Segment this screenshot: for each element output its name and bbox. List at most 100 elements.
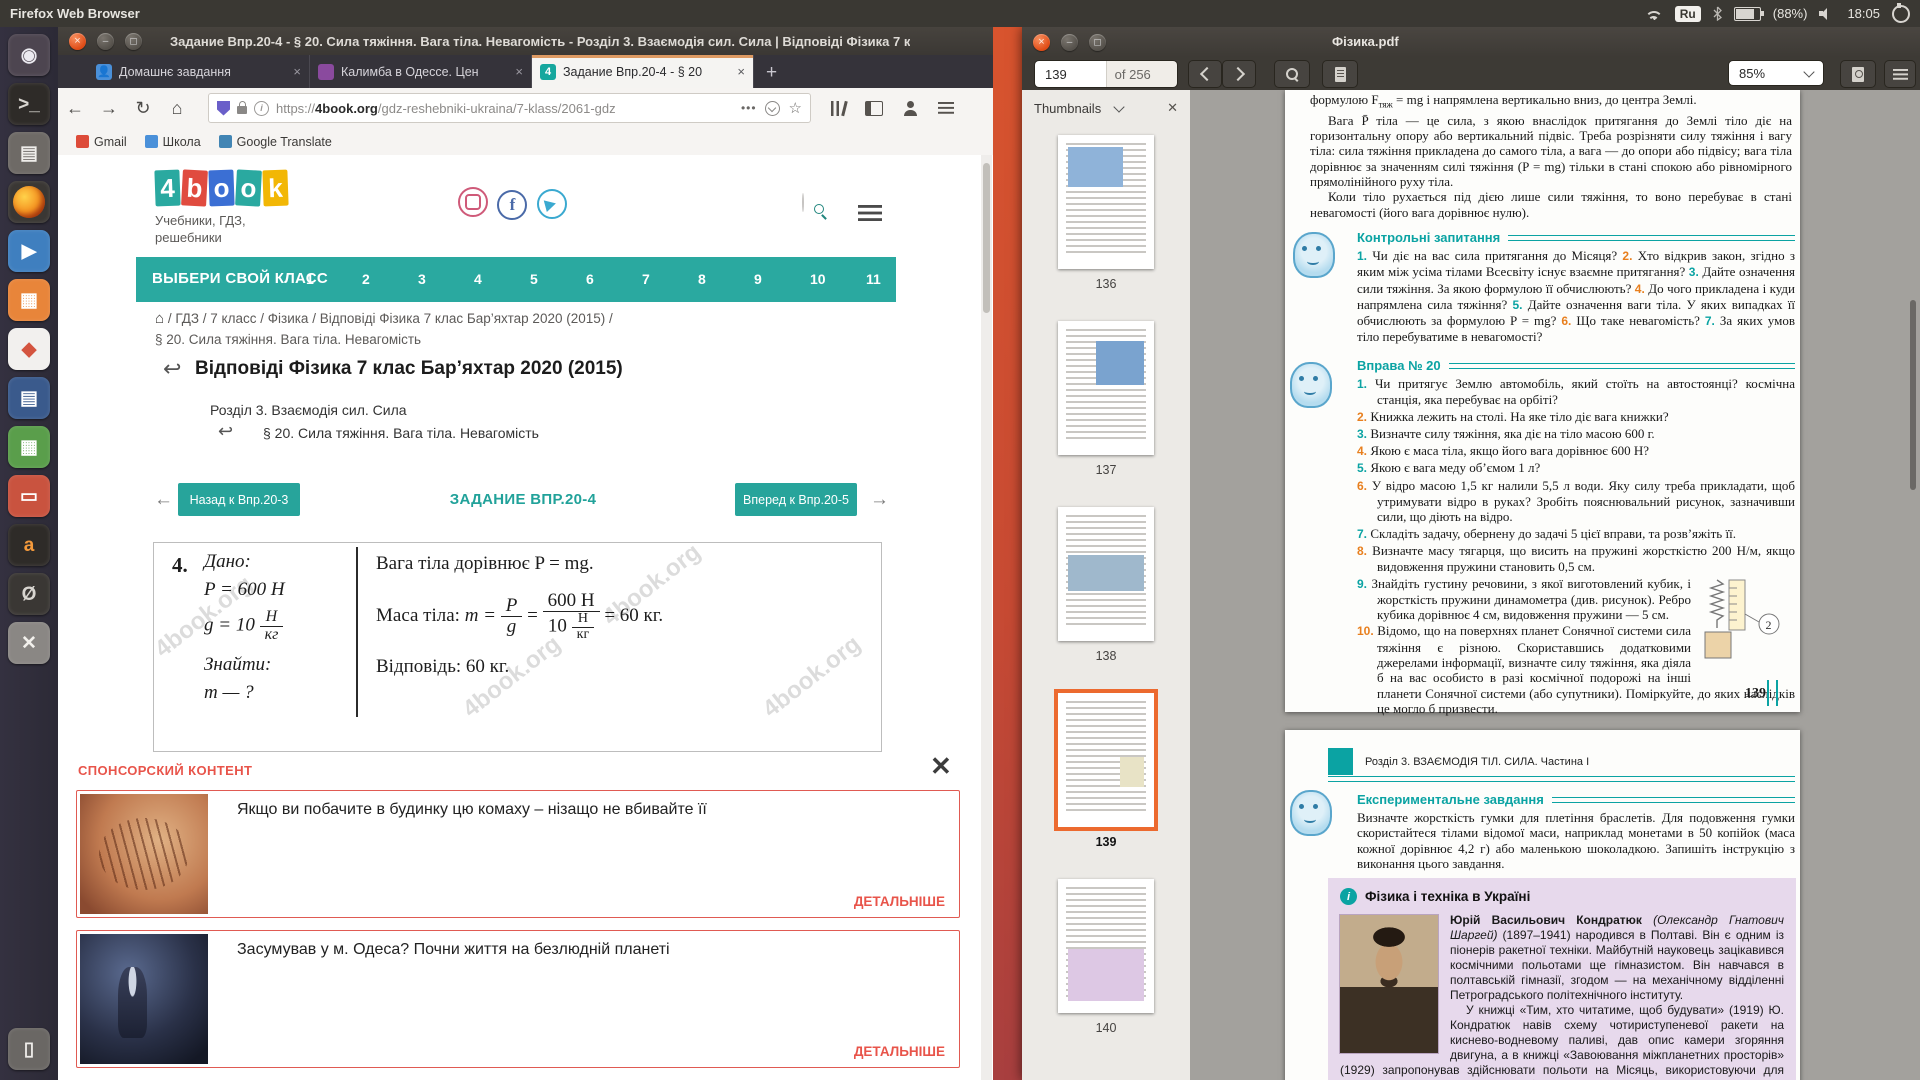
back-hook-icon[interactable]: ↩ [218,421,233,442]
subsection-title[interactable]: § 20. Сила тяжіння. Вага тіла. Невагоміс… [263,425,539,441]
window-minimize-button[interactable]: – [1061,34,1078,51]
class-link-4[interactable]: 4 [474,271,482,287]
site-menu-icon[interactable] [858,205,882,221]
dock-software-icon[interactable]: ▦ [8,279,50,321]
next-arrow[interactable]: → [870,489,889,511]
bookmark-gmail[interactable]: Gmail [76,135,127,149]
home-button[interactable]: ⌂ [160,98,194,119]
search-button[interactable] [1274,60,1310,88]
clock[interactable]: 18:05 [1847,6,1880,21]
section-title[interactable]: Розділ 3. Взаємодія сил. Сила [210,402,407,418]
lock-icon[interactable] [237,106,247,114]
bookmark-translate[interactable]: Google Translate [219,135,332,149]
document-properties-button[interactable] [1840,60,1876,88]
sponsored-ad-1[interactable]: Якщо ви побачите в будинку цю комаху – н… [76,790,960,918]
next-exercise-button[interactable]: Вперед к Впр.20-5 [735,483,857,516]
dock-video-icon[interactable]: ▶ [8,230,50,272]
battery-icon[interactable] [1734,7,1761,21]
tab-close-icon[interactable]: × [515,64,523,79]
site-permissions-icon[interactable]: i [254,101,269,116]
dock-files-icon[interactable]: ▤ [8,132,50,174]
pocket-icon[interactable] [765,101,780,116]
dock-calc-icon[interactable]: ▦ [8,426,50,468]
class-link-7[interactable]: 7 [642,271,650,287]
new-tab-button[interactable]: + [754,62,789,88]
class-link-3[interactable]: 3 [418,271,426,287]
site-search-button[interactable] [802,193,804,212]
prev-exercise-button[interactable]: Назад к Впр.20-3 [178,483,300,516]
prev-arrow[interactable]: ← [154,489,173,511]
class-link-8[interactable]: 8 [698,271,706,287]
dock-settings-icon[interactable]: ✕ [8,622,50,664]
tab-close-icon[interactable]: × [293,64,301,79]
page-number-control[interactable]: 139 of 256 [1034,60,1178,88]
site-logo[interactable]: 4book Учебники, ГДЗ,решебники [155,170,290,246]
sponsored-ad-2[interactable]: Засумував у м. Одеса? Почни життя на без… [76,930,960,1068]
pdf-menu-button[interactable] [1884,60,1916,88]
class-link-1[interactable]: 1 [306,271,314,287]
thumbnail-page-140[interactable]: 140 [1022,879,1190,1035]
window-maximize-button[interactable]: ◻ [1089,34,1106,51]
url-text[interactable]: https://4book.org/gdz-reshebniki-ukraina… [276,101,733,116]
telegram-icon[interactable] [537,189,567,219]
volume-icon[interactable] [1819,8,1835,20]
class-link-6[interactable]: 6 [586,271,594,287]
page-actions-icon[interactable]: ••• [741,101,757,115]
class-link-9[interactable]: 9 [754,271,762,287]
forward-button[interactable]: → [92,98,126,119]
reload-button[interactable]: ↻ [126,98,160,119]
page-number-input[interactable]: 139 [1035,61,1106,87]
home-icon[interactable]: ⌂ [155,310,164,327]
ad-cta-link[interactable]: ДЕТАЛЬНІШЕ [854,894,945,909]
sidebar-toggle-icon[interactable] [865,101,883,116]
tab-kalimba[interactable]: Калимба в Одессе. Цен × [310,55,532,88]
back-hook-icon[interactable]: ↩ [163,356,181,382]
focused-app-title[interactable]: Firefox Web Browser [0,6,140,21]
menu-icon[interactable] [938,102,954,114]
dock-app-icon[interactable]: Ø [8,573,50,615]
ad-cta-link[interactable]: ДЕТАЛЬНІШЕ [854,1044,945,1059]
sponsored-close-icon[interactable]: ✕ [930,751,952,782]
window-maximize-button[interactable]: ◻ [125,33,142,50]
bookmark-star-icon[interactable]: ☆ [789,99,802,117]
previous-page-button[interactable] [1188,60,1222,88]
window-close-button[interactable]: × [1033,34,1050,51]
keyboard-layout-indicator[interactable]: Ru [1675,6,1701,22]
dock-terminal-icon[interactable]: >_ [8,83,50,125]
facebook-icon[interactable]: f [497,190,527,220]
bookmark-school[interactable]: Школа [145,135,201,149]
wifi-icon[interactable] [1645,7,1663,20]
url-bar[interactable]: i https://4book.org/gdz-reshebniki-ukrai… [208,93,811,123]
next-page-button[interactable] [1222,60,1256,88]
tab-homework[interactable]: 👤 Домашнє завдання × [88,55,310,88]
breadcrumb[interactable]: ⌂ / ГДЗ / 7 класс / Фізика / Відповіді Ф… [155,308,855,350]
zoom-level-dropdown[interactable]: 85% [1728,60,1824,86]
dock-amazon-icon[interactable]: a [8,524,50,566]
library-icon[interactable] [831,101,845,116]
dock-trash-icon[interactable]: ▯ [8,1028,50,1070]
bluetooth-icon[interactable] [1713,6,1722,21]
class-link-2[interactable]: 2 [362,271,370,287]
thumbnail-page-138[interactable]: 138 [1022,507,1190,663]
dock-writer-icon[interactable]: ▤ [8,377,50,419]
class-link-10[interactable]: 10 [810,271,826,287]
thumbnail-page-137[interactable]: 137 [1022,321,1190,477]
window-close-button[interactable]: × [69,33,86,50]
instagram-icon[interactable] [458,187,488,217]
dock-impress-icon[interactable]: ▭ [8,475,50,517]
class-link-5[interactable]: 5 [530,271,538,287]
dock-firefox-icon[interactable] [8,181,50,223]
dock-draw-icon[interactable]: ◆ [8,328,50,370]
sidebar-close-icon[interactable]: ✕ [1167,100,1178,116]
back-button[interactable]: ← [58,98,92,119]
thumbnail-page-139[interactable]: 139 [1022,693,1190,849]
session-gear-icon[interactable] [1892,5,1910,23]
tab-close-icon[interactable]: × [737,64,745,79]
annotations-button[interactable] [1322,60,1358,88]
thumbnail-page-136[interactable]: 136 [1022,135,1190,291]
sidebar-mode-label[interactable]: Thumbnails [1034,101,1101,116]
pdf-scrollbar[interactable] [1908,90,1918,1080]
class-link-11[interactable]: 11 [866,271,881,287]
browser-scrollbar[interactable] [981,155,992,1080]
window-minimize-button[interactable]: – [97,33,114,50]
